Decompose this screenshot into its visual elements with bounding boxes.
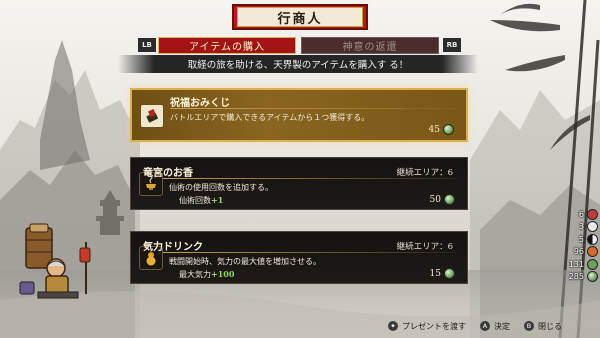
item-card-incense[interactable]: 竜宮のお香 継続エリア：6 仙術の使用回数を追加する。 仙術回数+1 50 [130, 157, 468, 210]
rb-badge[interactable]: RB [443, 38, 461, 52]
effect-value: +1 [211, 195, 224, 205]
item-name: 祝福おみくじ [170, 98, 230, 109]
divider [170, 108, 456, 109]
item-description: 戦闘開始時、気力の最大値を増加させる。 [169, 257, 321, 266]
effect-label: 仙術回数 [179, 196, 211, 205]
divider [163, 252, 457, 253]
stat-value: 131 [568, 259, 584, 269]
stat-row: 3 [552, 221, 598, 234]
page-title: 行商人 [237, 7, 363, 27]
stat-row: 285 [552, 271, 598, 284]
fortune-slip-icon [140, 104, 164, 128]
effect-label: 最大気力 [179, 270, 211, 279]
price-value: 45 [428, 124, 440, 135]
stat-value: 6 [578, 209, 584, 219]
yin-yang-icon [587, 233, 598, 245]
divider [163, 178, 457, 179]
stat-value: 96 [573, 247, 584, 257]
present-label[interactable]: プレゼントを渡す [402, 321, 466, 332]
present-button-icon[interactable]: ✦ [388, 321, 398, 331]
item-card-drink[interactable]: 気力ドリンク 継続エリア：6 戦闘開始時、気力の最大値を増加させる。 最大気力+… [130, 231, 468, 284]
tab-bar: LB アイテムの購入 神意の返還 RB [138, 37, 461, 54]
fire-orb-icon [587, 246, 598, 258]
stat-row: 131 [552, 258, 598, 271]
item-card-fortune[interactable]: 祝福おみくじ バトルエリアで購入できるアイテムから１つ獲得する。 45 [130, 88, 468, 142]
item-effect: 最大気力+100 [179, 269, 234, 280]
a-button-icon[interactable]: A [480, 321, 490, 331]
coin-icon [587, 271, 598, 283]
item-price: 45 [429, 124, 454, 135]
red-gem-icon [587, 208, 598, 220]
item-price: 15 [430, 268, 455, 279]
button-prompts: ✦ プレゼントを渡す A 決定 B 閉じる [388, 318, 562, 334]
merchant-character [19, 223, 91, 299]
confirm-label[interactable]: 決定 [494, 321, 510, 332]
coin-icon [443, 124, 454, 135]
description-banner: 取経の旅を助ける、天界製のアイテムを購入す る！ [118, 55, 478, 73]
price-value: 15 [429, 268, 441, 279]
item-name: 気力ドリンク [143, 242, 203, 253]
stat-row: 96 [552, 246, 598, 259]
jade-orb-icon [587, 258, 598, 270]
white-orb-icon [587, 221, 598, 233]
title-plate: 行商人 [232, 4, 368, 30]
item-description: 仙術の使用回数を追加する。 [169, 183, 273, 192]
item-price: 50 [430, 194, 455, 205]
tab-buy-items[interactable]: アイテムの購入 [158, 37, 296, 54]
area-duration: 継続エリア：6 [396, 242, 453, 252]
item-name: 竜宮のお香 [143, 168, 193, 179]
stat-value: 3 [578, 222, 584, 232]
item-description: バトルエリアで購入できるアイテムから１つ獲得する。 [170, 113, 370, 122]
stat-value: 5 [578, 234, 584, 244]
resource-stats: 6 3 5 96 131 285 [552, 208, 598, 283]
coin-icon [444, 194, 455, 205]
stat-value: 285 [568, 272, 584, 282]
coin-icon [444, 268, 455, 279]
price-value: 50 [429, 194, 441, 205]
close-label[interactable]: 閉じる [538, 321, 562, 332]
area-duration: 継続エリア：6 [396, 168, 453, 178]
b-button-icon[interactable]: B [524, 321, 534, 331]
tab-return-divine-will[interactable]: 神意の返還 [301, 37, 439, 54]
stat-row: 5 [552, 233, 598, 246]
item-effect: 仙術回数+1 [179, 195, 223, 206]
lb-badge[interactable]: LB [138, 38, 156, 52]
effect-value: +100 [211, 269, 235, 279]
stat-row: 6 [552, 208, 598, 221]
